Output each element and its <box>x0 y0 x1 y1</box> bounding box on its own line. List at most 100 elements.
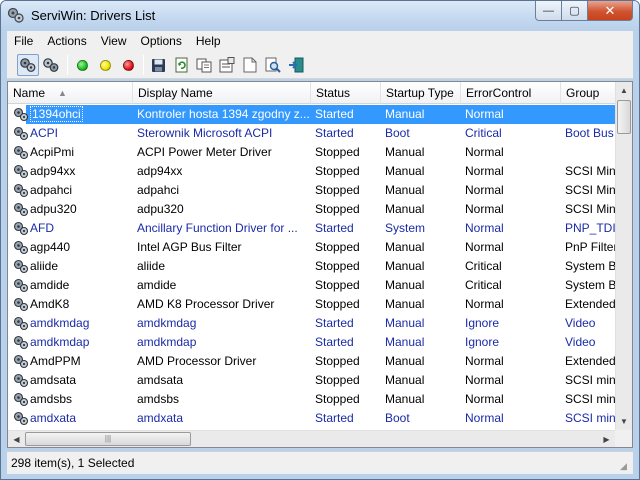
table-row[interactable]: 1394ohci Kontroler hosta 1394 zgodny z...… <box>8 105 615 124</box>
cell-group: Video <box>565 316 596 330</box>
services-view-button[interactable] <box>40 54 62 76</box>
exit-icon <box>289 57 304 73</box>
status-item-count: 298 item(s), 1 Selected <box>11 456 135 470</box>
table-row[interactable]: adpahci adpahci Stopped Manual Normal SCSI Mi… <box>8 181 615 200</box>
cell-status: Started <box>315 316 354 330</box>
table-row[interactable]: amdide amdide Stopped Manual Critical System … <box>8 276 615 295</box>
cell-display-name: amdsbs <box>137 392 180 406</box>
cell-name: 1394ohci <box>26 105 133 124</box>
vertical-scroll-thumb[interactable] <box>617 100 631 134</box>
menu-view[interactable]: View <box>94 31 134 51</box>
column-header-display-name[interactable]: Display Name <box>133 82 311 104</box>
toolbar-separator <box>143 55 144 75</box>
resize-grip-icon[interactable]: ◢ <box>620 461 631 472</box>
table-row[interactable]: AmdPPM AMD Processor Driver Stopped Manual N… <box>8 352 615 371</box>
pause-button[interactable] <box>94 54 116 76</box>
table-row[interactable]: amdsbs amdsbs Stopped Manual Normal SCSI mini <box>8 390 615 409</box>
cell-name: amdsbs <box>30 392 73 406</box>
table-row[interactable]: adp94xx adp94xx Stopped Manual Normal SCSI Mi… <box>8 162 615 181</box>
maximize-button[interactable]: ▢ <box>562 1 588 21</box>
scroll-right-arrow-icon[interactable]: ▶ <box>598 431 615 447</box>
cell-error-control: Normal <box>465 373 504 387</box>
cell-status: Stopped <box>315 145 360 159</box>
find-icon <box>265 57 281 73</box>
cell-group: SCSI Mini <box>565 202 615 216</box>
table-row[interactable]: ACPI Sterownik Microsoft ACPI Started Boot C… <box>8 124 615 143</box>
horizontal-scroll-thumb[interactable]: ||| <box>25 432 191 446</box>
table-row[interactable]: amdsata amdsata Stopped Manual Normal SCSI mi… <box>8 371 615 390</box>
table-row[interactable]: AFD Ancillary Function Driver for ... Star… <box>8 219 615 238</box>
minimize-button[interactable]: — <box>535 1 562 21</box>
cell-display-name: AMD Processor Driver <box>137 354 257 368</box>
cell-error-control: Normal <box>465 411 504 425</box>
cell-startup-type: Manual <box>385 202 425 216</box>
refresh-button[interactable] <box>170 54 192 76</box>
table-row[interactable]: amdkmdag amdkmdag Started Manual Ignore Video <box>8 314 615 333</box>
properties-button[interactable] <box>216 54 238 76</box>
cell-group: SCSI Mini <box>565 183 615 197</box>
window-controls: — ▢ ✕ <box>535 1 633 21</box>
cell-status: Started <box>315 411 354 425</box>
column-header: Name ▲ Display Name Status Startup Type … <box>8 82 621 104</box>
find-button[interactable] <box>262 54 284 76</box>
cell-display-name: Sterownik Microsoft ACPI <box>137 126 273 140</box>
scroll-up-arrow-icon[interactable]: ▲ <box>616 82 632 99</box>
services-view-icon <box>43 58 59 72</box>
menu-actions[interactable]: Actions <box>40 31 93 51</box>
pause-icon <box>99 59 111 71</box>
scroll-down-arrow-icon[interactable]: ▼ <box>616 413 632 430</box>
drivers-view-button[interactable] <box>17 54 39 76</box>
save-button[interactable] <box>147 54 169 76</box>
cell-group: PnP Filter <box>565 240 615 254</box>
list-rows: 1394ohci Kontroler hosta 1394 zgodny z...… <box>8 105 615 428</box>
cell-error-control: Ignore <box>465 316 500 330</box>
cell-group: System B <box>565 278 615 292</box>
start-button[interactable] <box>71 54 93 76</box>
table-row[interactable]: amdkmdap amdkmdap Started Manual Ignore Video <box>8 333 615 352</box>
cell-error-control: Normal <box>465 202 504 216</box>
stop-button[interactable] <box>117 54 139 76</box>
gears-app-icon <box>7 7 24 23</box>
column-header-status[interactable]: Status <box>311 82 381 104</box>
menu-help[interactable]: Help <box>189 31 228 51</box>
cell-name: amdsata <box>30 373 77 387</box>
vertical-scrollbar[interactable]: ▲ ▼ <box>615 82 632 430</box>
html-report-button[interactable] <box>239 54 261 76</box>
cell-status: Started <box>315 221 354 235</box>
cell-name: amdide <box>30 278 70 292</box>
table-row[interactable]: amdxata amdxata Started Boot Normal SCSI mini <box>8 409 615 428</box>
cell-name: amdkmdap <box>30 335 90 349</box>
cell-display-name: AMD K8 Processor Driver <box>137 297 275 311</box>
horizontal-scrollbar[interactable]: ◀ ||| ▶ <box>8 430 615 447</box>
table-row[interactable]: AcpiPmi ACPI Power Meter Driver Stopped Man… <box>8 143 615 162</box>
drivers-list[interactable]: Name ▲ Display Name Status Startup Type … <box>7 81 633 448</box>
cell-error-control: Critical <box>465 278 502 292</box>
menu-options[interactable]: Options <box>134 31 189 51</box>
cell-name: adpu320 <box>30 202 77 216</box>
column-header-startup-type[interactable]: Startup Type <box>381 82 461 104</box>
column-header-error-control[interactable]: ErrorControl <box>461 82 561 104</box>
scroll-left-arrow-icon[interactable]: ◀ <box>8 431 25 447</box>
column-header-name[interactable]: Name ▲ <box>8 82 133 104</box>
title-bar[interactable]: ServiWin: Drivers List — ▢ ✕ <box>1 1 639 31</box>
copy-button[interactable] <box>193 54 215 76</box>
cell-name: AcpiPmi <box>30 145 75 159</box>
drivers-view-icon <box>20 58 36 72</box>
cell-startup-type: Manual <box>385 145 425 159</box>
cell-display-name: adpahci <box>137 183 180 197</box>
menu-file[interactable]: File <box>7 31 40 51</box>
cell-startup-type: Boot <box>385 126 410 140</box>
cell-group: Extended <box>565 297 615 311</box>
close-button[interactable]: ✕ <box>588 1 633 21</box>
column-header-group[interactable]: Group <box>561 82 621 104</box>
status-bar: 298 item(s), 1 Selected ◢ <box>7 451 633 474</box>
cell-startup-type: Manual <box>385 335 425 349</box>
table-row[interactable]: adpu320 adpu320 Stopped Manual Normal SCSI Mi… <box>8 200 615 219</box>
table-row[interactable]: agp440 Intel AGP Bus Filter Stopped Manual N… <box>8 238 615 257</box>
cell-startup-type: Manual <box>385 107 425 121</box>
cell-display-name: ACPI Power Meter Driver <box>137 145 272 159</box>
table-row[interactable]: AmdK8 AMD K8 Processor Driver Stopped Manua… <box>8 295 615 314</box>
table-row[interactable]: aliide aliide Stopped Manual Critical System … <box>8 257 615 276</box>
copy-icon <box>196 58 212 72</box>
exit-button[interactable] <box>285 54 307 76</box>
